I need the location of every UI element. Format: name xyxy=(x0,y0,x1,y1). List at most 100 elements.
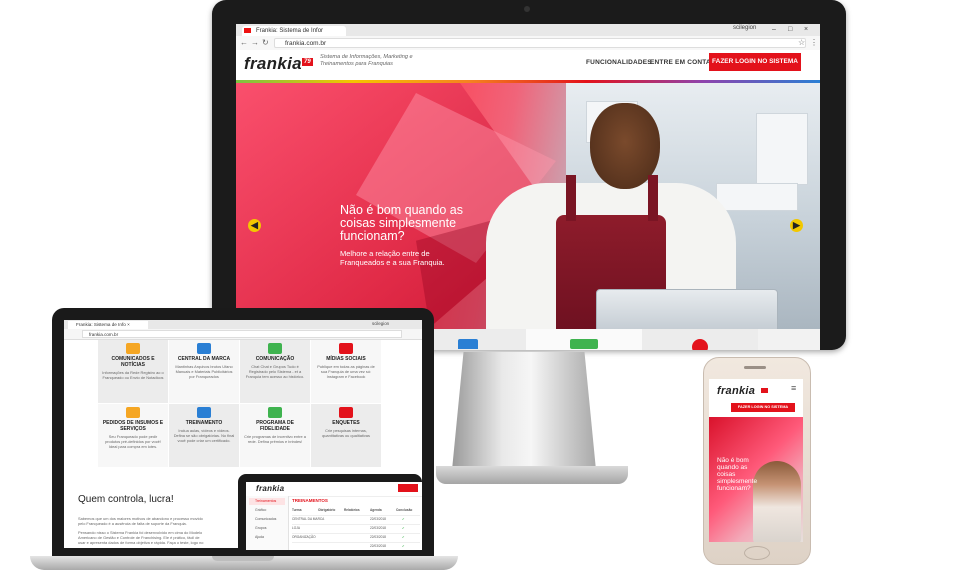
features-grid: COMUNICADOS E NOTÍCIAS Informações da Red… xyxy=(98,340,382,468)
laptop-notch xyxy=(212,556,274,561)
feature-title: ENQUETES xyxy=(332,420,360,426)
feature-icon xyxy=(268,407,282,418)
login-button[interactable]: FAZER LOGIN NO SISTEMA xyxy=(709,53,801,71)
feature-title: CENTRAL DA MARCA xyxy=(177,356,231,362)
profile-chip[interactable]: scilegion xyxy=(733,25,756,31)
feature-icon xyxy=(268,343,282,354)
table-header-cell: Turma xyxy=(292,508,302,512)
hero-subheading: Melhore a relação entre de Franqueados e… xyxy=(340,249,445,267)
logo-mark: 79 xyxy=(302,58,313,66)
phone-logo[interactable]: frankia xyxy=(717,385,755,397)
site-tagline: Sistema de Informações, Marketing e Trei… xyxy=(320,54,413,67)
phone-screen: frankia ≡ FAZER LOGIN NO SISTEMA Não é b… xyxy=(709,379,803,542)
store-icon xyxy=(458,339,478,349)
feature-description: Crie pesquisas internas, quantitativas o… xyxy=(322,428,370,438)
phone-hero-heading: Não é bom quando as coisas simplesmente … xyxy=(717,457,758,492)
bookmark-star-icon[interactable]: ☆ xyxy=(798,36,805,50)
minimize-icon[interactable]: – xyxy=(772,24,776,36)
feature-title: PEDIDOS DE INSUMOS E SERVIÇOS xyxy=(102,420,164,432)
webcam xyxy=(524,6,530,12)
feature-description: Crie programas de incentivo entre a rede… xyxy=(244,434,306,444)
monitor-stand xyxy=(452,352,596,470)
tablet-sidebar-item[interactable]: Treinamentos xyxy=(249,498,285,505)
row-status-icon: ✔ xyxy=(402,544,405,548)
feature-description: Seu Franqueado pode pedir produtos pré-d… xyxy=(105,434,161,449)
tablet-screen: frankia TREINAMENTOS Treinamentos Gráfico… xyxy=(246,482,422,550)
section-paragraph: Sabemos que um dos maiores motivos de ab… xyxy=(78,516,203,526)
reload-icon[interactable]: ↻ xyxy=(262,36,269,50)
cash-register xyxy=(596,289,778,329)
url-input[interactable]: frankia.com.br xyxy=(82,330,402,338)
feature-description: Chat Chat e Grupos Tudo é Registrado pel… xyxy=(245,364,305,379)
favicon-icon xyxy=(244,28,251,33)
feature-tile[interactable] xyxy=(526,329,642,350)
share-icon xyxy=(692,339,708,350)
monitor-screen: Frankia: Sistema de Infor scilegion – □ … xyxy=(236,24,820,350)
feature-icon xyxy=(197,407,211,418)
url-input[interactable]: frankia.com.br xyxy=(274,38,806,48)
browser-tab[interactable]: Frankia: Sistema de Info × xyxy=(68,321,148,329)
row-status-icon: ✔ xyxy=(402,517,405,521)
hamburger-icon[interactable]: ≡ xyxy=(791,383,796,393)
table-header-cell: Obrigatório xyxy=(318,508,336,512)
hero-banner: ◀ ▶ xyxy=(236,83,820,329)
feature-tile[interactable] xyxy=(642,329,758,350)
phone-login-button[interactable]: FAZER LOGIN NO SISTEMA xyxy=(731,403,795,412)
row-name: CENTRAL DA MARCA xyxy=(292,517,325,521)
row-status-icon: ✔ xyxy=(402,535,405,539)
feature-title: PROGRAMA DE FIDELIDADE xyxy=(256,420,294,432)
feature-card[interactable]: TREINAMENTO Inclua aulas, vídeos e vídeos… xyxy=(169,404,239,467)
row-name: LOJA xyxy=(292,526,300,530)
table-row[interactable]: 22/03/2018 ✔ xyxy=(292,542,420,550)
feature-card[interactable]: CENTRAL DA MARCA Mantinhas Arquivos bruto… xyxy=(169,340,239,403)
close-icon[interactable]: × xyxy=(804,24,808,36)
row-status-icon: ✔ xyxy=(402,526,405,530)
browser-tab[interactable]: Frankia: Sistema de Infor xyxy=(242,26,346,36)
feature-card[interactable]: ENQUETES Crie pesquisas internas, quantit… xyxy=(311,404,381,467)
section-title: Quem controla, lucra! xyxy=(78,494,174,505)
forward-icon[interactable]: → xyxy=(251,36,259,50)
phone-hero: Não é bom quando as coisas simplesmente … xyxy=(709,417,803,542)
feature-title: MÍDIAS SOCIAIS xyxy=(326,356,366,362)
feature-card[interactable]: PEDIDOS DE INSUMOS E SERVIÇOS Seu Franque… xyxy=(98,404,168,467)
tablet-section-title: TREINAMENTOS xyxy=(292,498,328,503)
row-name: ORGANIZAÇÃO xyxy=(292,535,316,539)
chat-icon xyxy=(570,339,598,349)
phone-speaker xyxy=(744,366,766,369)
feature-card[interactable]: COMUNICADOS E NOTÍCIAS Informações da Red… xyxy=(98,340,168,403)
feature-icon xyxy=(197,343,211,354)
section-paragraph: Pensando nisso o Sistema Frankia foi des… xyxy=(78,530,204,545)
tablet-logo: frankia xyxy=(256,484,285,493)
feature-icon xyxy=(126,343,140,354)
feature-card[interactable]: MÍDIAS SOCIAIS Publique em todas as págin… xyxy=(311,340,381,403)
row-date: 22/03/2018 xyxy=(370,535,386,539)
feature-card[interactable]: COMUNICAÇÃO Chat Chat e Grupos Tudo é Reg… xyxy=(240,340,310,403)
feature-icon xyxy=(126,407,140,418)
monitor-base xyxy=(436,466,628,484)
profile-chip[interactable]: scilegion xyxy=(372,321,389,326)
row-date: 22/03/2018 xyxy=(370,517,386,521)
feature-card[interactable]: PROGRAMA DE FIDELIDADE Crie programas de … xyxy=(240,404,310,467)
maximize-icon[interactable]: □ xyxy=(788,24,792,36)
feature-title: TREINAMENTO xyxy=(185,420,223,426)
feature-description: Informações da Rede Registro ao o Franqu… xyxy=(102,370,164,380)
row-date: 22/03/2018 xyxy=(370,544,386,548)
feature-description: Inclua aulas, vídeos e vídeos. Defina se… xyxy=(173,428,235,443)
carousel-next-icon[interactable]: ▶ xyxy=(790,219,803,232)
feature-description: Publique em todas as páginas de sua Fran… xyxy=(317,364,375,379)
nav-funcionalidades[interactable]: FUNCIONALIDADES xyxy=(586,59,652,66)
hero-heading: Não é bom quando as coisas simplesmente … xyxy=(340,203,464,243)
feature-title: COMUNICAÇÃO xyxy=(255,356,295,362)
feature-icon xyxy=(339,343,353,354)
table-header-cell: Relatórios xyxy=(344,508,360,512)
site-logo[interactable]: frankia xyxy=(244,54,302,74)
browser-menu-icon[interactable]: ⋮ xyxy=(810,36,818,50)
feature-description: Mantinhas Arquivos brutos Ufano Manuais … xyxy=(175,364,233,379)
table-header-cell: Agenda xyxy=(370,508,382,512)
back-icon[interactable]: ← xyxy=(240,36,248,50)
phone-home-button[interactable] xyxy=(744,546,770,560)
carousel-prev-icon[interactable]: ◀ xyxy=(248,219,261,232)
feature-title: COMUNICADOS E NOTÍCIAS xyxy=(111,356,155,368)
feature-icon xyxy=(339,407,353,418)
table-header-cell: Conclusão xyxy=(396,508,413,512)
